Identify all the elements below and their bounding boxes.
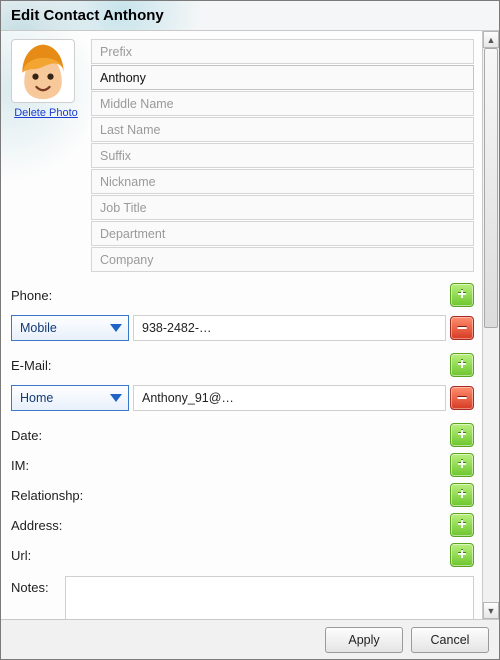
vertical-scrollbar[interactable]: ▲ ▼ bbox=[482, 31, 499, 619]
first-name-field[interactable] bbox=[91, 65, 474, 90]
prefix-field[interactable] bbox=[91, 39, 474, 64]
job-title-field[interactable] bbox=[91, 195, 474, 220]
add-address-button[interactable]: + bbox=[450, 513, 474, 537]
plus-icon: + bbox=[457, 547, 466, 563]
department-field[interactable] bbox=[91, 221, 474, 246]
last-name-field[interactable] bbox=[91, 117, 474, 142]
email-value-input[interactable] bbox=[133, 385, 446, 411]
dialog-footer: Apply Cancel bbox=[1, 619, 499, 659]
email-type-value: Home bbox=[20, 391, 53, 405]
section-im: IM: + bbox=[11, 452, 474, 478]
add-phone-button[interactable]: + bbox=[450, 283, 474, 307]
cancel-button[interactable]: Cancel bbox=[411, 627, 489, 653]
middle-name-field[interactable] bbox=[91, 91, 474, 116]
avatar-image bbox=[13, 41, 73, 101]
dialog-body: Delete Photo Phone: bbox=[1, 31, 499, 619]
plus-icon: + bbox=[457, 287, 466, 303]
suffix-field[interactable] bbox=[91, 143, 474, 168]
detail-sections: Phone: + Mobile − E-Mail: + bbox=[11, 282, 474, 619]
plus-icon: + bbox=[457, 517, 466, 533]
email-entry: Home − bbox=[11, 384, 474, 412]
address-label: Address: bbox=[11, 518, 89, 533]
phone-type-select[interactable]: Mobile bbox=[11, 315, 129, 341]
add-im-button[interactable]: + bbox=[450, 453, 474, 477]
identity-block: Delete Photo bbox=[11, 39, 474, 272]
add-email-button[interactable]: + bbox=[450, 353, 474, 377]
url-label: Url: bbox=[11, 548, 89, 563]
section-url: Url: + bbox=[11, 542, 474, 568]
chevron-down-icon bbox=[110, 324, 122, 332]
email-type-select[interactable]: Home bbox=[11, 385, 129, 411]
plus-icon: + bbox=[457, 427, 466, 443]
name-fields bbox=[91, 39, 474, 272]
remove-phone-button[interactable]: − bbox=[450, 316, 474, 340]
dialog-title: Edit Contact Anthony bbox=[1, 1, 499, 31]
plus-icon: + bbox=[457, 357, 466, 373]
im-label: IM: bbox=[11, 458, 89, 473]
scroll-up-button[interactable]: ▲ bbox=[483, 31, 499, 48]
phone-entry: Mobile − bbox=[11, 314, 474, 342]
phone-value-input[interactable] bbox=[133, 315, 446, 341]
minus-icon: − bbox=[457, 323, 468, 334]
scroll-content: Delete Photo Phone: bbox=[1, 31, 482, 619]
remove-email-button[interactable]: − bbox=[450, 386, 474, 410]
edit-contact-dialog: Edit Contact Anthony bbox=[0, 0, 500, 660]
photo-column: Delete Photo bbox=[11, 39, 81, 272]
scroll-track[interactable] bbox=[483, 48, 499, 602]
notes-textarea[interactable] bbox=[65, 576, 474, 619]
add-date-button[interactable]: + bbox=[450, 423, 474, 447]
contact-avatar[interactable] bbox=[11, 39, 75, 103]
date-label: Date: bbox=[11, 428, 89, 443]
plus-icon: + bbox=[457, 487, 466, 503]
section-relationship: Relationshp: + bbox=[11, 482, 474, 508]
delete-photo-link[interactable]: Delete Photo bbox=[11, 107, 81, 119]
section-date: Date: + bbox=[11, 422, 474, 448]
section-notes: Notes: bbox=[11, 576, 474, 619]
nickname-field[interactable] bbox=[91, 169, 474, 194]
phone-label: Phone: bbox=[11, 288, 89, 303]
phone-type-value: Mobile bbox=[20, 321, 57, 335]
notes-label: Notes: bbox=[11, 576, 59, 619]
add-url-button[interactable]: + bbox=[450, 543, 474, 567]
scroll-thumb[interactable] bbox=[484, 48, 498, 328]
scroll-down-button[interactable]: ▼ bbox=[483, 602, 499, 619]
email-label: E-Mail: bbox=[11, 358, 89, 373]
plus-icon: + bbox=[457, 457, 466, 473]
section-email: E-Mail: + bbox=[11, 352, 474, 378]
add-relationship-button[interactable]: + bbox=[450, 483, 474, 507]
relationship-label: Relationshp: bbox=[11, 488, 89, 503]
company-field[interactable] bbox=[91, 247, 474, 272]
chevron-down-icon bbox=[110, 394, 122, 402]
apply-button[interactable]: Apply bbox=[325, 627, 403, 653]
section-address: Address: + bbox=[11, 512, 474, 538]
section-phone: Phone: + bbox=[11, 282, 474, 308]
minus-icon: − bbox=[457, 393, 468, 404]
